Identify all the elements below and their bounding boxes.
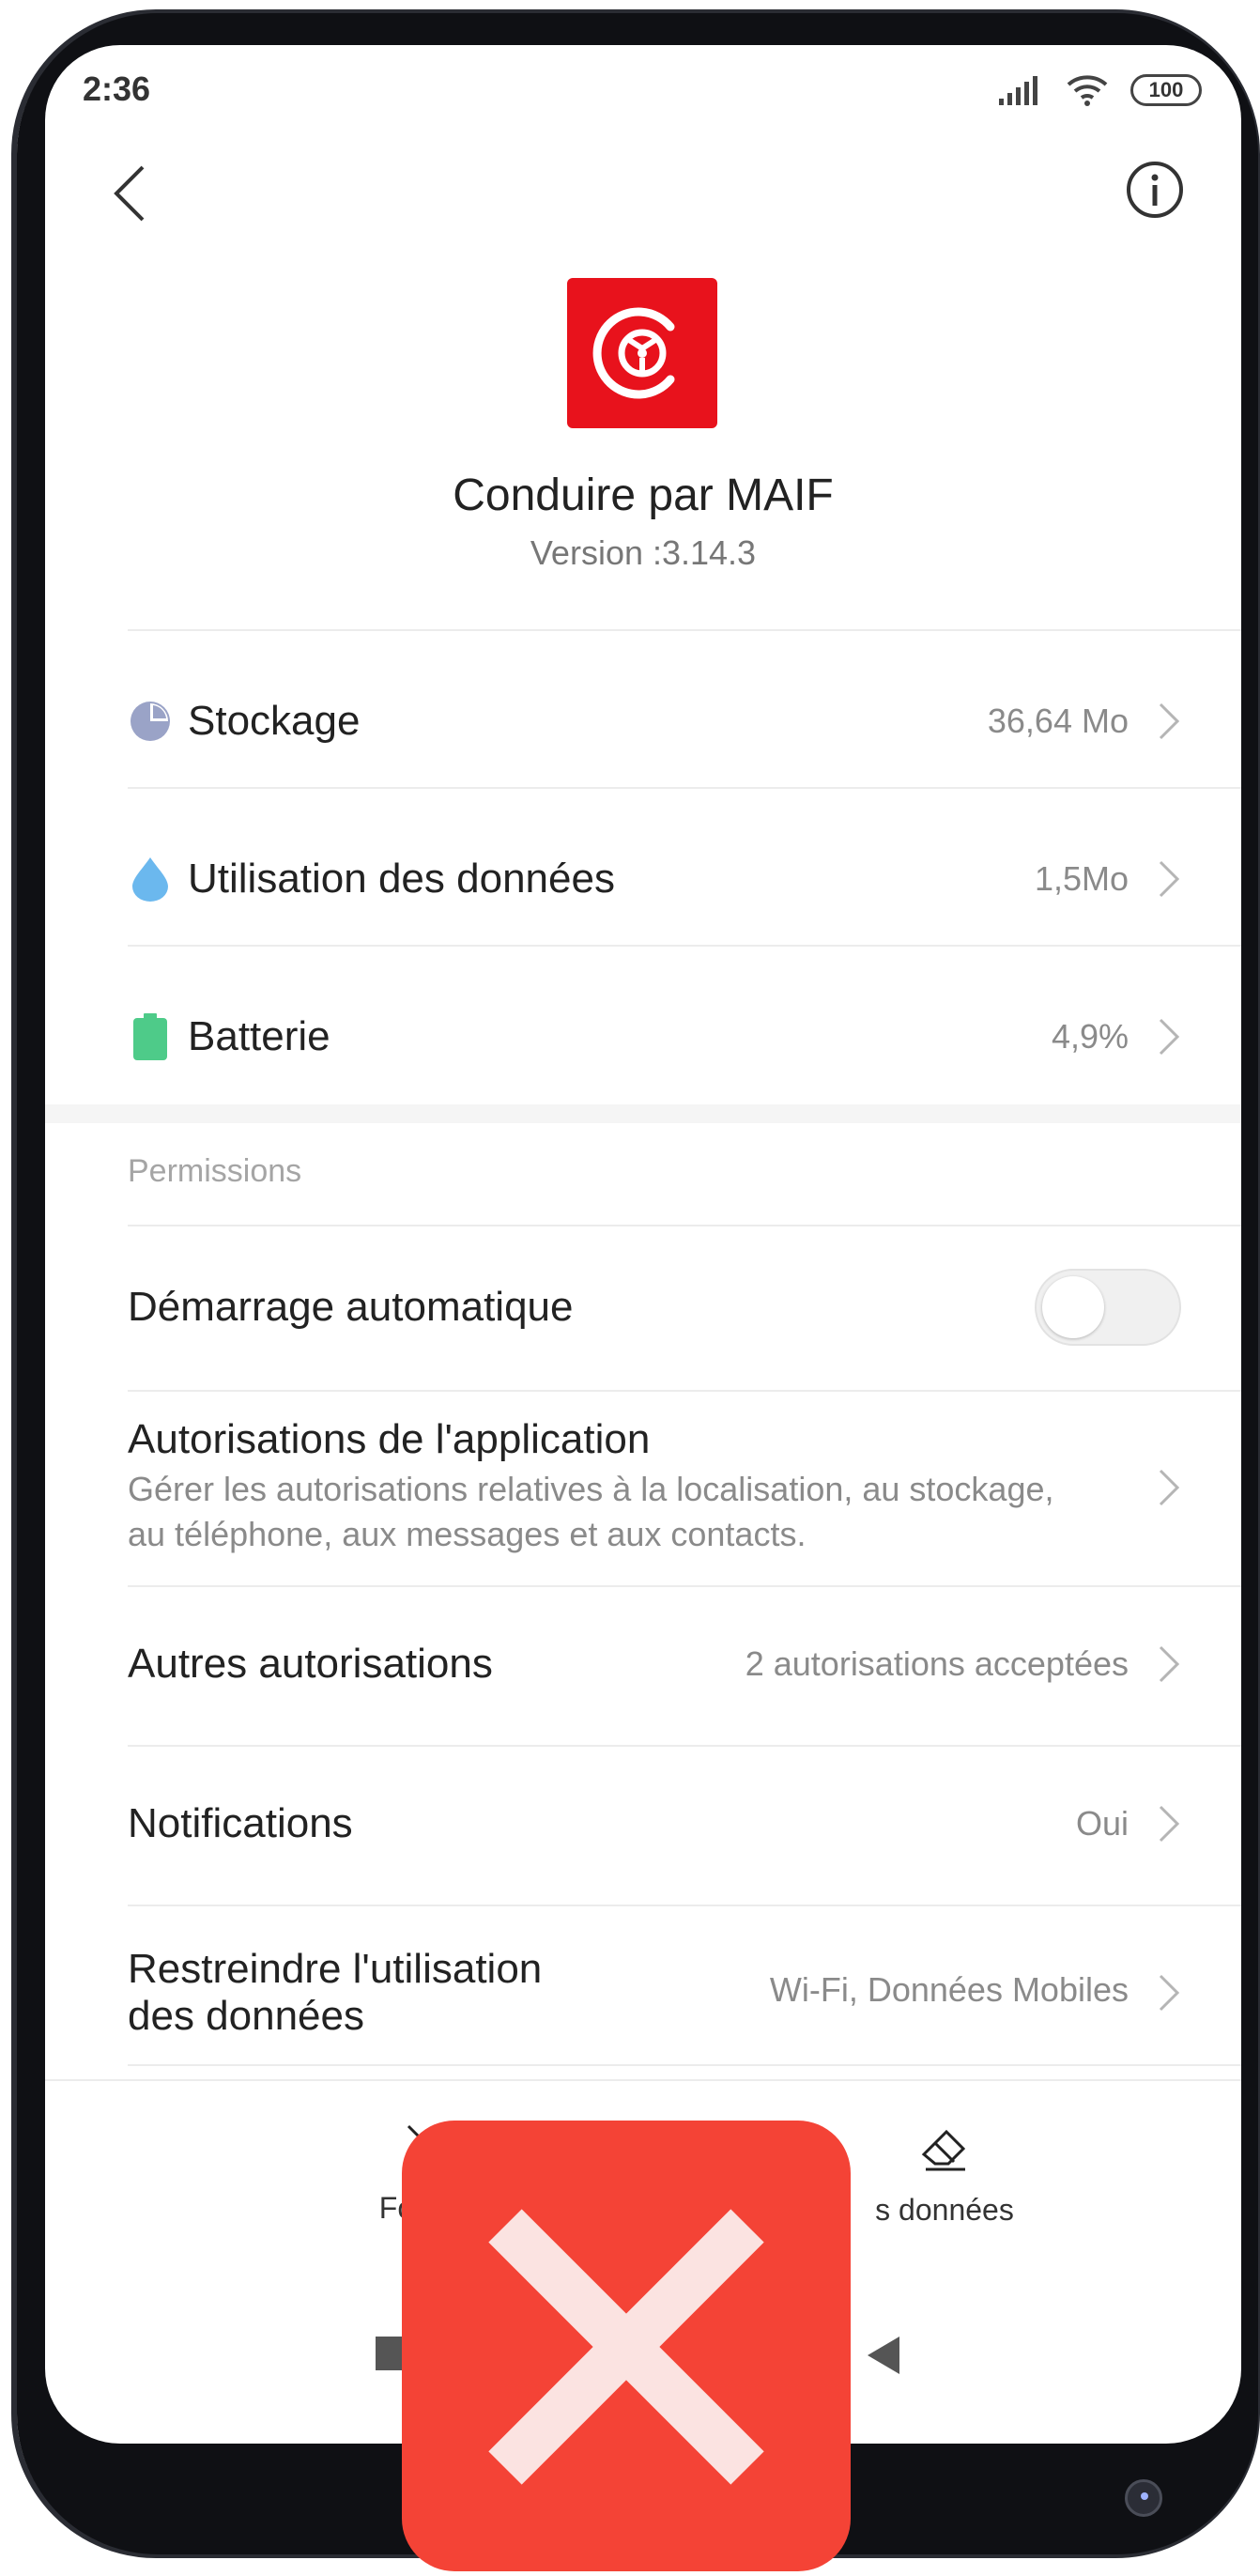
- signal-icon: [999, 76, 1037, 105]
- front-camera: [1125, 2479, 1162, 2517]
- divider: [128, 2064, 1241, 2066]
- autostart-toggle[interactable]: [1035, 1269, 1181, 1346]
- storage-row[interactable]: Stockage 36,64 Mo: [128, 676, 1241, 766]
- water-drop-icon: [128, 856, 173, 902]
- close-overlay-button[interactable]: [402, 2121, 851, 2571]
- notifications-value: Oui: [1075, 1804, 1129, 1843]
- battery-row[interactable]: Batterie 4,9%: [128, 992, 1241, 1082]
- divider: [128, 629, 1241, 631]
- autostart-label: Démarrage automatique: [128, 1284, 574, 1330]
- chevron-right-icon: [1159, 1018, 1180, 1056]
- chevron-right-icon: [1159, 1645, 1180, 1683]
- storage-label: Stockage: [188, 698, 361, 744]
- close-x-icon: [488, 2209, 764, 2485]
- info-icon[interactable]: [1125, 160, 1185, 220]
- status-time: 2:36: [83, 69, 151, 108]
- maif-logo-icon: [592, 307, 675, 399]
- triangle-back-icon: [868, 2337, 899, 2374]
- phone-screen: 2:36 100 Conduire par MAIF Version:3.14…: [45, 45, 1241, 2444]
- divider: [128, 1905, 1241, 1906]
- battery-indicator: 100: [1130, 74, 1202, 106]
- divider: [128, 1390, 1241, 1392]
- wifi-icon: [1067, 75, 1108, 106]
- back-arrow-icon[interactable]: [101, 156, 167, 231]
- divider: [128, 1225, 1241, 1226]
- divider: [128, 1745, 1241, 1747]
- data-usage-label: Utilisation des données: [188, 856, 615, 902]
- app-permissions-label: Autorisations de l'application: [128, 1416, 651, 1462]
- chevron-right-icon: [1159, 1974, 1180, 2012]
- status-icons: 100: [997, 71, 1202, 109]
- restrict-data-value: Wi-Fi, Données Mobiles: [769, 1970, 1129, 2009]
- app-permissions-row[interactable]: Autorisations de l'application Gérer les…: [128, 1416, 1241, 1557]
- app-name: Conduire par MAIF: [453, 470, 834, 520]
- battery-icon: [128, 1013, 173, 1060]
- toggle-knob: [1042, 1276, 1104, 1338]
- divider: [128, 945, 1241, 947]
- battery-value: 4,9%: [1051, 1017, 1129, 1056]
- battery-label: Batterie: [188, 1013, 330, 1059]
- restrict-data-row[interactable]: Restreindre l'utilisation des données Wi…: [128, 1927, 1241, 2059]
- pie-chart-icon: [128, 699, 173, 744]
- app-icon: [567, 278, 717, 428]
- other-permissions-value: 2 autorisations acceptées: [745, 1644, 1129, 1683]
- bottom-bar-divider: [45, 2079, 1241, 2081]
- section-spacer: [45, 1104, 1241, 1123]
- chevron-right-icon: [1159, 860, 1180, 898]
- storage-value: 36,64 Mo: [987, 702, 1129, 740]
- nav-back-button[interactable]: [864, 2335, 901, 2381]
- autostart-row: Démarrage automatique: [128, 1262, 1241, 1352]
- app-version: Version :3.14.3: [530, 533, 757, 572]
- chevron-right-icon: [1159, 1805, 1180, 1843]
- other-permissions-row[interactable]: Autres autorisations 2 autorisations acc…: [128, 1619, 1241, 1709]
- divider: [128, 787, 1241, 789]
- chevron-right-icon: [1159, 1469, 1180, 1506]
- eraser-icon: [921, 2129, 966, 2171]
- app-permissions-desc-line1: Gérer les autorisations relatives à la l…: [128, 1470, 1054, 1508]
- restrict-data-label-line2: des données: [128, 1993, 364, 2039]
- chevron-right-icon: [1159, 702, 1180, 740]
- other-permissions-label: Autres autorisations: [128, 1641, 493, 1687]
- notifications-label: Notifications: [128, 1800, 353, 1846]
- restrict-data-label-line1: Restreindre l'utilisation: [128, 1946, 543, 1992]
- data-usage-row[interactable]: Utilisation des données 1,5Mo: [128, 834, 1241, 924]
- data-usage-value: 1,5Mo: [1034, 859, 1129, 898]
- app-permissions-desc-line2: au téléphone, aux messages et aux contac…: [128, 1515, 807, 1553]
- permissions-section-title: Permissions: [128, 1153, 302, 1189]
- notifications-row[interactable]: Notifications Oui: [128, 1779, 1241, 1869]
- divider: [128, 1585, 1241, 1587]
